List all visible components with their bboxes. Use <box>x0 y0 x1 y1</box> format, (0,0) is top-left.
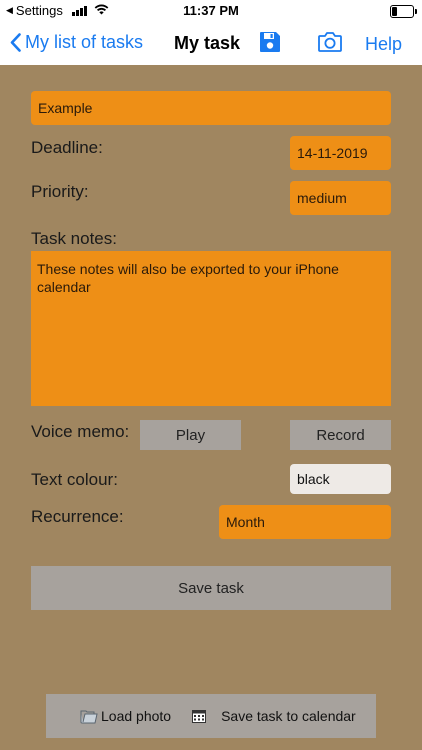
floppy-disk-icon <box>260 32 280 52</box>
task-notes-label: Task notes: <box>31 229 117 248</box>
page-title: My task <box>174 33 241 53</box>
status-time: 11:37 PM <box>183 3 239 18</box>
play-button-label: Play <box>175 426 206 444</box>
deadline-label: Deadline: <box>31 138 103 157</box>
text-colour-field[interactable]: black <box>290 464 391 494</box>
save-task-button-label: Save task <box>178 579 244 597</box>
save-icon-button[interactable] <box>258 30 282 59</box>
priority-label: Priority: <box>31 182 89 201</box>
task-notes-value: These notes will also be exported to you… <box>37 261 339 295</box>
task-notes-field[interactable]: These notes will also be exported to you… <box>31 251 391 406</box>
chevron-left-icon <box>10 33 21 52</box>
help-button[interactable]: Help <box>365 34 402 55</box>
back-button-label: My list of tasks <box>25 32 144 52</box>
battery-icon <box>390 5 417 18</box>
load-photo-button[interactable]: Load photo <box>80 708 171 724</box>
record-button-label: Record <box>316 426 365 444</box>
task-name-field[interactable]: Example <box>31 91 391 125</box>
save-to-calendar-button[interactable]: Save task to calendar <box>191 708 356 724</box>
deadline-field[interactable]: 14-11-2019 <box>290 136 391 170</box>
record-button[interactable]: Record <box>290 420 391 450</box>
recurrence-field[interactable]: Month <box>219 505 391 539</box>
text-colour-label: Text colour: <box>31 470 118 489</box>
back-button[interactable]: My list of tasks <box>10 32 143 53</box>
status-bar: ◀ Settings 11:37 PM <box>0 0 422 22</box>
load-photo-label: Load photo <box>101 708 172 724</box>
bottom-toolbar: Load photo Save task to calendar <box>46 694 376 738</box>
task-name-value: Example <box>38 100 93 116</box>
priority-field[interactable]: medium <box>290 181 391 215</box>
calendar-icon <box>192 710 207 723</box>
play-button[interactable]: Play <box>140 420 241 450</box>
folder-icon <box>80 710 98 723</box>
camera-button[interactable] <box>317 31 343 58</box>
deadline-value: 14-11-2019 <box>297 145 368 161</box>
save-to-calendar-label: Save task to calendar <box>221 708 356 724</box>
nav-bar: My list of tasks My task Help <box>0 22 422 65</box>
priority-value: medium <box>297 190 347 206</box>
recurrence-value: Month <box>226 514 265 530</box>
recurrence-label: Recurrence: <box>31 507 124 526</box>
camera-icon <box>318 32 342 52</box>
text-colour-value: black <box>297 471 330 487</box>
save-task-button[interactable]: Save task <box>31 566 391 610</box>
voice-memo-label: Voice memo: <box>31 422 130 441</box>
